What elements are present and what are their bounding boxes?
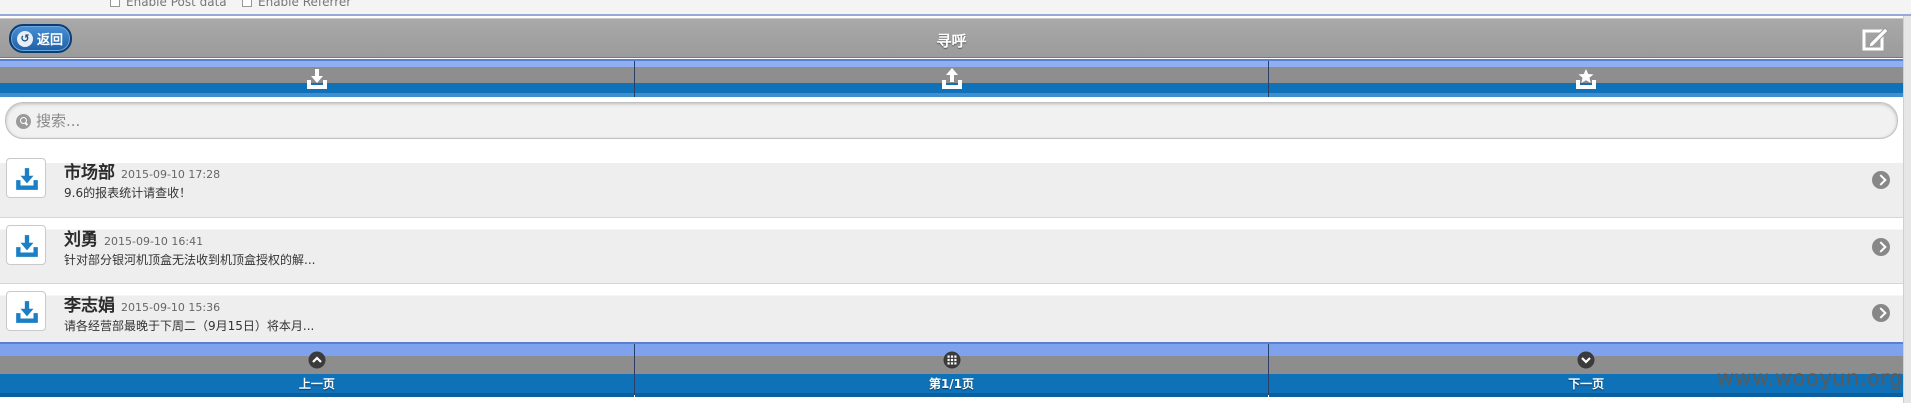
- tab-outbox[interactable]: [634, 61, 1270, 97]
- prev-page-label: 上一页: [298, 377, 335, 391]
- page-indicator-label: 第1/1页: [928, 377, 975, 391]
- chevron-up-icon: [308, 351, 326, 369]
- enable-referrer-option[interactable]: Enable Referrer: [242, 0, 351, 9]
- chevron-right-icon[interactable]: [1872, 238, 1890, 256]
- search-icon: [16, 114, 31, 129]
- message-summary: 9.6的报表统计请查收！: [64, 186, 192, 200]
- referrer-label: Enable Referrer: [258, 0, 352, 9]
- page-title: 寻呼: [936, 32, 967, 50]
- scrollbar[interactable]: [1903, 16, 1911, 403]
- message-time: 2015-09-10 17:28: [121, 168, 221, 181]
- page-indicator-button[interactable]: 第1/1页: [634, 344, 1270, 397]
- inbox-download-icon: [16, 168, 38, 190]
- message-summary: 请各经营部最晚于下周二（9月15日）将本月...: [64, 319, 315, 333]
- outbox-upload-icon: [941, 68, 962, 89]
- page-header: ↺ 返回 寻呼: [0, 18, 1903, 58]
- chevron-right-icon[interactable]: [1872, 171, 1890, 189]
- post-data-label: Enable Post data: [126, 0, 227, 9]
- post-data-checkbox[interactable]: [110, 0, 120, 7]
- list-item[interactable]: 刘勇 2015-09-10 16:41 针对部分银河机顶盒无法收到机顶盒授权的解.…: [0, 217, 1903, 283]
- message-thumb: [6, 291, 46, 331]
- prev-page-button[interactable]: 上一页: [0, 344, 635, 397]
- message-time: 2015-09-10 16:41: [104, 235, 204, 248]
- pager-bar: 上一页 第1/1页 下一页: [0, 342, 1904, 397]
- starred-tray-icon: [1576, 69, 1597, 89]
- referrer-checkbox[interactable]: [242, 0, 252, 7]
- sender-name: 李志娟: [64, 296, 115, 316]
- message-time: 2015-09-10 15:36: [121, 301, 221, 314]
- search-box: [5, 102, 1898, 139]
- inbox-download-icon: [306, 69, 327, 89]
- list-item[interactable]: 李志娟 2015-09-10 15:36 请各经营部最晚于下周二（9月15日）将本…: [0, 283, 1903, 349]
- app-page: Enable Post data Enable Referrer ↺ 返回 寻呼: [0, 0, 1911, 403]
- message-sender: 李志娟 2015-09-10 15:36: [64, 291, 220, 316]
- message-summary: 针对部分银河机顶盒无法收到机顶盒授权的解...: [64, 253, 316, 267]
- inbox-download-icon: [16, 235, 38, 257]
- sender-name: 刘勇: [64, 230, 98, 250]
- message-thumb: [6, 225, 46, 265]
- message-thumb: [6, 158, 46, 198]
- tab-inbox[interactable]: [0, 61, 635, 97]
- edit-icon[interactable]: [1861, 25, 1889, 53]
- browser-options-strip: Enable Post data Enable Referrer: [0, 0, 1911, 16]
- tab-starred[interactable]: [1269, 61, 1904, 97]
- message-sender: 市场部 2015-09-10 17:28: [64, 158, 220, 183]
- mailbox-tabbar: [0, 59, 1904, 97]
- message-sender: 刘勇 2015-09-10 16:41: [64, 225, 203, 250]
- chevron-right-icon[interactable]: [1872, 304, 1890, 322]
- message-list: 市场部 2015-09-10 17:28 9.6的报表统计请查收！ 刘勇 2015-…: [0, 151, 1903, 349]
- search-input[interactable]: [36, 109, 1876, 133]
- grid-icon: [943, 351, 960, 369]
- inbox-download-icon: [16, 301, 38, 323]
- watermark: www.wooyun.org: [1716, 366, 1903, 390]
- enable-post-data-option[interactable]: Enable Post data: [110, 0, 227, 9]
- list-item[interactable]: 市场部 2015-09-10 17:28 9.6的报表统计请查收！: [0, 151, 1903, 217]
- sender-name: 市场部: [64, 163, 115, 183]
- chevron-down-icon: [1577, 351, 1595, 369]
